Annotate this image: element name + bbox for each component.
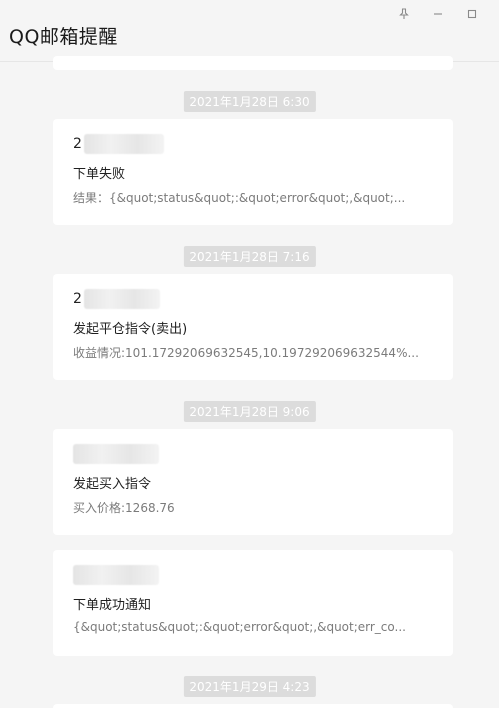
timestamp-badge: 2021年1月28日 9:06 <box>183 401 316 422</box>
sender: 2 <box>73 288 160 310</box>
sender-redacted <box>83 289 160 309</box>
message-subject: 发起平仓指令(卖出) <box>73 322 188 337</box>
message-card-partial[interactable] <box>53 704 453 708</box>
app-title: QQ邮箱提醒 <box>9 26 118 48</box>
window-controls <box>387 6 489 22</box>
sender-prefix: 2 <box>73 291 82 307</box>
message-subject: 下单失败 <box>73 167 126 182</box>
maximize-icon[interactable] <box>455 6 489 22</box>
pin-icon[interactable] <box>387 6 421 22</box>
message-feed[interactable]: 2021年1月28日 6:30 2 下单失败 结果：{&quot;status&… <box>0 56 499 708</box>
timestamp-badge: 2021年1月28日 6:30 <box>183 91 316 112</box>
message-preview: 收益情况:101.17292069632545,10.1972920696325… <box>73 346 419 360</box>
message-card[interactable]: 发起买入指令 买入价格:1268.76 <box>53 429 453 535</box>
message-subject: 发起买入指令 <box>73 477 152 492</box>
message-card[interactable]: 2 下单失败 结果：{&quot;status&quot;:&quot;erro… <box>53 119 453 225</box>
message-subject: 下单成功通知 <box>73 598 152 613</box>
title-bar: QQ邮箱提醒 <box>0 0 499 62</box>
sender <box>73 564 159 586</box>
timestamp-badge: 2021年1月29日 4:23 <box>183 676 316 697</box>
notification-window: QQ邮箱提醒 2021年1月28日 6:30 2 下单失败 结果：{&quot;… <box>0 0 499 708</box>
sender <box>73 443 159 465</box>
message-preview: 结果：{&quot;status&quot;:&quot;error&quot;… <box>73 191 406 205</box>
minimize-icon[interactable] <box>421 6 455 22</box>
sender: 2 <box>73 133 164 155</box>
sender-redacted <box>73 565 159 585</box>
message-preview: {&quot;status&quot;:&quot;error&quot;,&q… <box>73 620 406 634</box>
timestamp-badge: 2021年1月28日 7:16 <box>183 246 316 267</box>
message-card[interactable]: 2 发起平仓指令(卖出) 收益情况:101.17292069632545,10.… <box>53 274 453 380</box>
message-preview: 买入价格:1268.76 <box>73 501 175 515</box>
sender-redacted <box>83 134 164 154</box>
sender-redacted <box>73 444 159 464</box>
message-card-partial[interactable] <box>53 56 453 70</box>
sender-prefix: 2 <box>73 136 82 152</box>
message-card[interactable]: 下单成功通知 {&quot;status&quot;:&quot;error&q… <box>53 550 453 656</box>
